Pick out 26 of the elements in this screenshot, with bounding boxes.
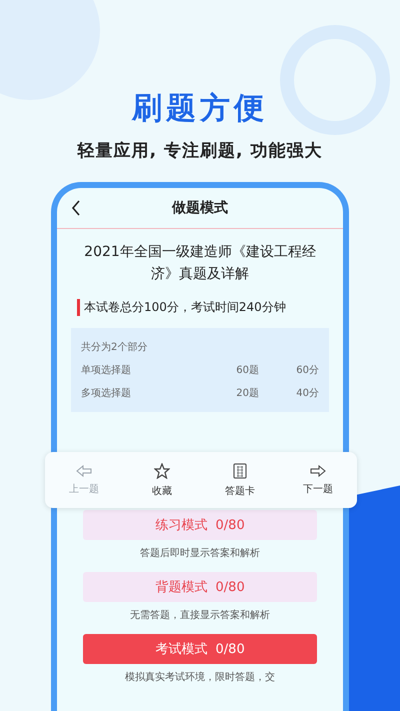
star-icon bbox=[154, 462, 170, 478]
toolbar-button[interactable]: 答题卡 bbox=[201, 462, 279, 498]
paper-info: 本试卷总分100分，考试时间240分钟 bbox=[77, 299, 329, 316]
paper-title: 2021年全国一级建造师《建设工程经济》真题及详解 bbox=[83, 243, 317, 284]
question-count: 20题 bbox=[235, 387, 259, 400]
mode-button[interactable]: 考试模式 0/80 bbox=[83, 634, 317, 664]
mode-description: 模拟真实考试环境，限时答题，交 bbox=[125, 670, 275, 684]
grid-card-icon bbox=[233, 462, 247, 478]
tagline: 轻量应用, 专注刷题, 功能强大 bbox=[78, 140, 322, 162]
headline: 刷题方便 bbox=[132, 90, 268, 128]
section-score: 60分 bbox=[295, 364, 319, 377]
right-arrow-icon bbox=[310, 464, 326, 476]
left-arrow-icon bbox=[76, 464, 92, 476]
section-score: 40分 bbox=[295, 387, 319, 400]
mode-description: 答题后即时显示答案和解析 bbox=[140, 546, 260, 560]
summary-heading: 共分为2个部分 bbox=[81, 340, 148, 354]
toolbar-button[interactable]: 收藏 bbox=[123, 462, 201, 498]
back-icon[interactable] bbox=[71, 200, 81, 216]
mode-description: 无需答题，直接显示答案和解析 bbox=[130, 608, 270, 622]
mode-button[interactable]: 背题模式 0/80 bbox=[83, 572, 317, 602]
section-name: 多项选择题 bbox=[81, 386, 132, 400]
toolbar-button[interactable]: 下一题 bbox=[279, 464, 357, 496]
screen-title: 做题模式 bbox=[172, 199, 228, 217]
question-count: 60题 bbox=[235, 364, 259, 377]
section-name: 单项选择题 bbox=[81, 364, 132, 377]
mode-button[interactable]: 练习模式 0/80 bbox=[83, 510, 317, 540]
